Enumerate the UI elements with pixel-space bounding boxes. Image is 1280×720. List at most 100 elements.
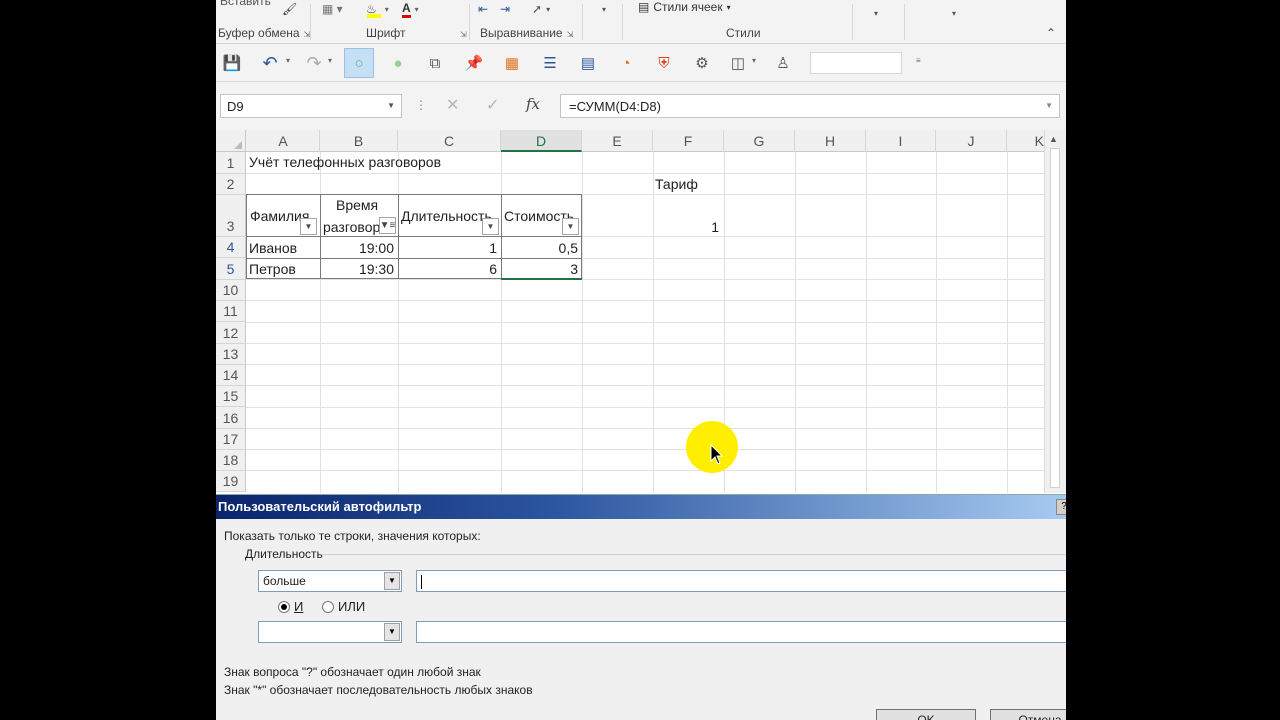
oval-shape-icon[interactable]: ○ [344,48,374,78]
gears-icon[interactable]: ⚙ [690,51,714,75]
form-dropdown[interactable]: ▾ [752,56,756,65]
dialog-launcher-icon[interactable]: ⇲ [567,30,574,39]
cell-d5[interactable]: 3 [504,261,578,277]
borders-icon[interactable]: ▦ ▾ [322,0,343,18]
col-header-e[interactable]: E [582,130,653,152]
increase-indent-icon[interactable]: ⇥ [500,0,510,18]
col-header-d[interactable]: D [501,130,582,152]
row-header[interactable]: 2 [216,174,246,195]
insert-function-icon[interactable]: fx [526,95,540,113]
col-header-c[interactable]: C [398,130,501,152]
cell-styles-button[interactable]: ▤ Стили ячеек ▾ [638,0,731,16]
undo-icon[interactable]: ↶ [258,51,282,75]
cancel-icon[interactable]: ✕ [446,95,459,115]
row-header[interactable]: 5 [216,258,246,280]
worksheet-grid[interactable]: A B C D E F G H I J K 1 2 3 4 5 10 11 12… [216,130,1066,493]
or-radio[interactable]: ИЛИ [322,599,365,614]
decrease-indent-icon[interactable]: ⇤ [478,0,488,18]
customize-qat-icon[interactable]: ≡ [916,56,921,65]
row-header[interactable]: 12 [216,322,246,344]
and-radio[interactable]: И [278,599,303,614]
circle-filled-icon[interactable]: ● [386,51,410,75]
undo-dropdown[interactable]: ▾ [286,56,290,65]
row-header[interactable]: 18 [216,450,246,471]
cell-d4[interactable]: 0,5 [504,240,578,256]
copy-shapes-icon[interactable]: ⧉ [423,51,447,75]
cell-a4[interactable]: Иванов [249,240,297,256]
cancel-button[interactable]: Отмена [990,709,1066,720]
number-format-dropdown[interactable]: ▾ [602,0,606,18]
row-header[interactable]: 11 [216,301,246,322]
font-launcher-icon[interactable]: ⇲ [456,26,467,40]
filter-dropdown-icon[interactable]: ▼ [482,218,499,235]
sheet-title[interactable]: Учёт телефонных разговоров [249,154,441,170]
pin-icon[interactable]: 📌 [462,51,486,75]
format-painter-icon[interactable]: 🖌 [282,0,297,18]
form-icon[interactable]: ◫ [726,51,750,75]
save-icon[interactable]: 💾 [220,51,244,75]
row-header[interactable]: 1 [216,152,246,174]
insert-dropdown[interactable]: ▾ [874,4,878,22]
row-header[interactable]: 17 [216,429,246,450]
delete-dropdown[interactable]: ▾ [952,4,956,22]
filter-dropdown-icon[interactable]: ▼ [300,218,317,235]
tariff-value[interactable]: 1 [656,219,719,235]
qat-input[interactable] [810,52,902,74]
orientation-icon[interactable]: ➚ ▾ [532,0,550,18]
row-header[interactable]: 15 [216,386,246,407]
col-header-j[interactable]: J [936,130,1007,152]
cell-c4[interactable]: 1 [402,240,497,256]
condition2-value-input[interactable] [416,621,1066,643]
redo-icon[interactable]: ↷ [302,51,326,75]
chevron-down-icon[interactable]: ▼ [384,623,400,641]
filter-active-icon[interactable]: ▼≡ [379,217,396,234]
cell-b5[interactable]: 19:30 [321,261,394,277]
vertical-scrollbar[interactable]: ▲ [1044,130,1066,493]
col-header-b[interactable]: B [320,130,398,152]
scroll-thumb[interactable] [1050,148,1060,488]
header-time-line1[interactable]: Время [336,197,378,213]
enter-icon[interactable]: ✓ [486,95,499,115]
redo-dropdown[interactable]: ▾ [328,56,332,65]
collapse-ribbon-icon[interactable]: ⌃ [1046,26,1056,40]
table-icon[interactable]: ▤ [576,51,600,75]
col-header-f[interactable]: F [653,130,724,152]
list-icon[interactable]: ☰ [538,51,562,75]
formula-input[interactable]: =СУММ(D4:D8) ▼ [560,94,1060,118]
user-icon[interactable]: ♙ [771,51,795,75]
cell-c5[interactable]: 6 [402,261,497,277]
dialog-launcher-icon[interactable]: ⇲ [304,30,311,39]
row-header[interactable]: 16 [216,407,246,429]
chevron-down-icon[interactable]: ▼ [384,572,400,590]
col-header-g[interactable]: G [724,130,795,152]
row-header[interactable]: 14 [216,365,246,386]
help-icon[interactable]: ? [1056,499,1066,515]
chevron-down-icon[interactable]: ▼ [387,101,395,110]
grid-colors-icon[interactable]: ▦ [500,51,524,75]
paste-label[interactable]: Вставить [220,0,271,10]
condition1-value-input[interactable] [416,570,1066,592]
header-time-line2[interactable]: разговора [323,219,381,235]
col-header-a[interactable]: A [247,130,320,152]
tariff-label[interactable]: Тариф [655,176,698,192]
row-header[interactable]: 10 [216,280,246,301]
font-color-icon[interactable]: A ▾ [402,0,419,18]
row-header[interactable]: 19 [216,471,246,492]
col-header-h[interactable]: H [795,130,866,152]
row-header[interactable]: 3 [216,195,246,237]
scroll-up-icon[interactable]: ▲ [1049,134,1058,144]
cell-a5[interactable]: Петров [249,261,296,277]
select-all-corner[interactable] [216,130,246,152]
shield-icon[interactable]: ⛨ [652,51,676,75]
name-box[interactable]: D9 ▼ [220,94,402,118]
row-header[interactable]: 4 [216,237,246,258]
expand-formula-icon[interactable]: ▼ [1045,101,1053,110]
condition2-operator-select[interactable]: ▼ [258,621,402,643]
fill-color-icon[interactable]: ♨ ▾ [366,0,389,18]
condition1-operator-select[interactable]: больше ▼ [258,570,402,592]
cell-b4[interactable]: 19:00 [321,240,394,256]
ok-button[interactable]: OK [876,709,976,720]
pie-chart-icon[interactable]: ◔ [614,51,638,75]
col-header-i[interactable]: I [866,130,936,152]
col-header-k[interactable]: K [1007,130,1047,152]
